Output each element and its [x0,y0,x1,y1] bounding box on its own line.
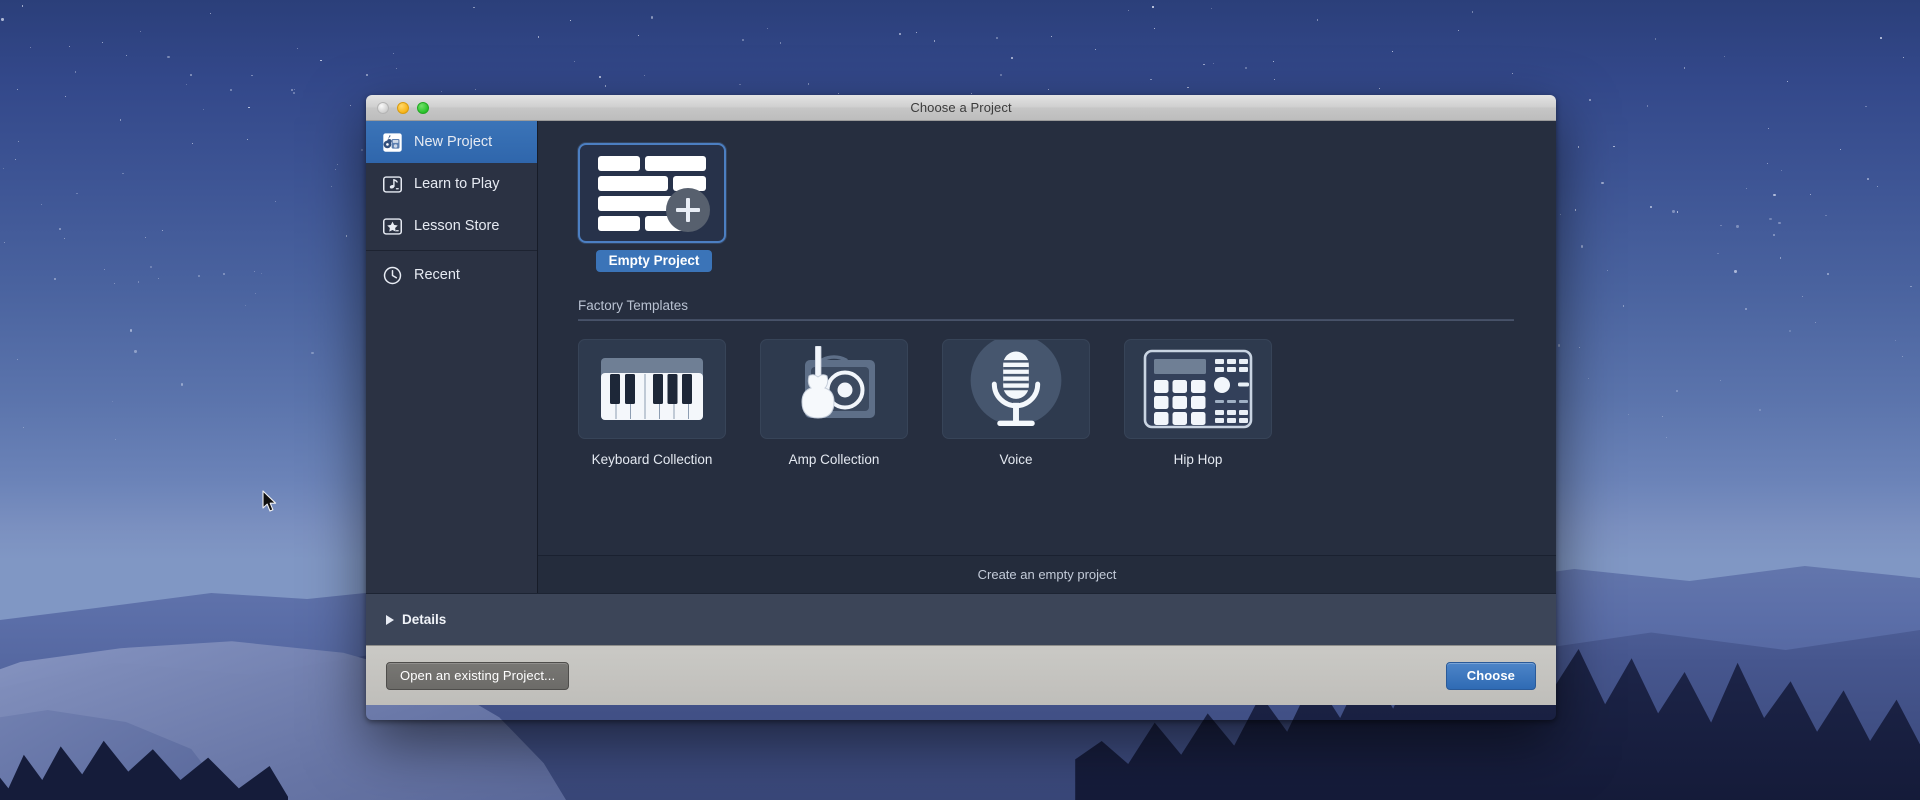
star-icon [382,216,403,237]
music-note-icon [382,174,403,195]
sidebar-item-new-project[interactable]: New Project [366,121,537,163]
factory-templates-grid: Keyboard Collection [578,339,1556,467]
template-amp-collection[interactable]: Amp Collection [760,339,908,467]
clock-icon [382,265,403,286]
template-hip-hop[interactable]: Hip Hop [1124,339,1272,467]
guitar-amp-icon [382,132,403,153]
details-label: Details [402,612,446,627]
section-title: Factory Templates [578,298,688,313]
sidebar-divider [366,250,537,251]
regions-plus-icon [598,156,706,230]
template-label: Keyboard Collection [578,452,726,467]
plus-icon [666,188,710,232]
choose-a-project-dialog: Choose a Project New Project [366,95,1556,720]
template-thumbnail[interactable] [578,339,726,439]
empty-project-thumbnail[interactable] [578,143,726,243]
microphone-icon [943,339,1089,439]
window-titlebar[interactable]: Choose a Project [366,95,1556,121]
sidebar-item-label: Recent [414,267,460,283]
dialog-footer: Open an existing Project... Choose [366,645,1556,705]
main-panel: Empty Project Factory Templates [538,121,1556,593]
template-label: Amp Collection [760,452,908,467]
sidebar-item-label: New Project [414,134,492,150]
factory-templates-header: Factory Templates [578,298,1514,313]
dialog-body: New Project Learn to Play [366,121,1556,593]
template-label: Hip Hop [1124,452,1272,467]
details-disclosure[interactable]: Details [366,593,1556,645]
arrow-pointer-icon [262,490,278,514]
guitar-amp-icon [778,346,890,432]
drum-machine-icon [1143,349,1253,429]
template-label: Voice [942,452,1090,467]
sidebar-item-label: Learn to Play [414,176,499,192]
sidebar-item-learn-to-play[interactable]: Learn to Play [366,163,537,205]
empty-project-tile[interactable]: Empty Project [578,143,730,272]
section-divider [578,319,1514,321]
desktop-wallpaper: Choose a Project New Project [0,0,1920,800]
template-thumbnail[interactable] [760,339,908,439]
template-thumbnail[interactable] [1124,339,1272,439]
status-text: Create an empty project [978,567,1117,582]
choose-button[interactable]: Choose [1446,662,1536,690]
open-existing-project-button[interactable]: Open an existing Project... [386,662,569,690]
window-title: Choose a Project [366,100,1556,115]
sidebar-item-label: Lesson Store [414,218,499,234]
template-keyboard-collection[interactable]: Keyboard Collection [578,339,726,467]
template-thumbnail[interactable] [942,339,1090,439]
sidebar: New Project Learn to Play [366,121,538,593]
sidebar-item-recent[interactable]: Recent [366,254,537,296]
triangle-right-icon [386,615,394,625]
template-browser: Empty Project Factory Templates [538,121,1556,555]
status-bar: Create an empty project [538,555,1556,593]
piano-keyboard-icon [600,357,704,421]
template-voice[interactable]: Voice [942,339,1090,467]
empty-project-label: Empty Project [596,250,713,272]
sidebar-item-lesson-store[interactable]: Lesson Store [366,205,537,247]
